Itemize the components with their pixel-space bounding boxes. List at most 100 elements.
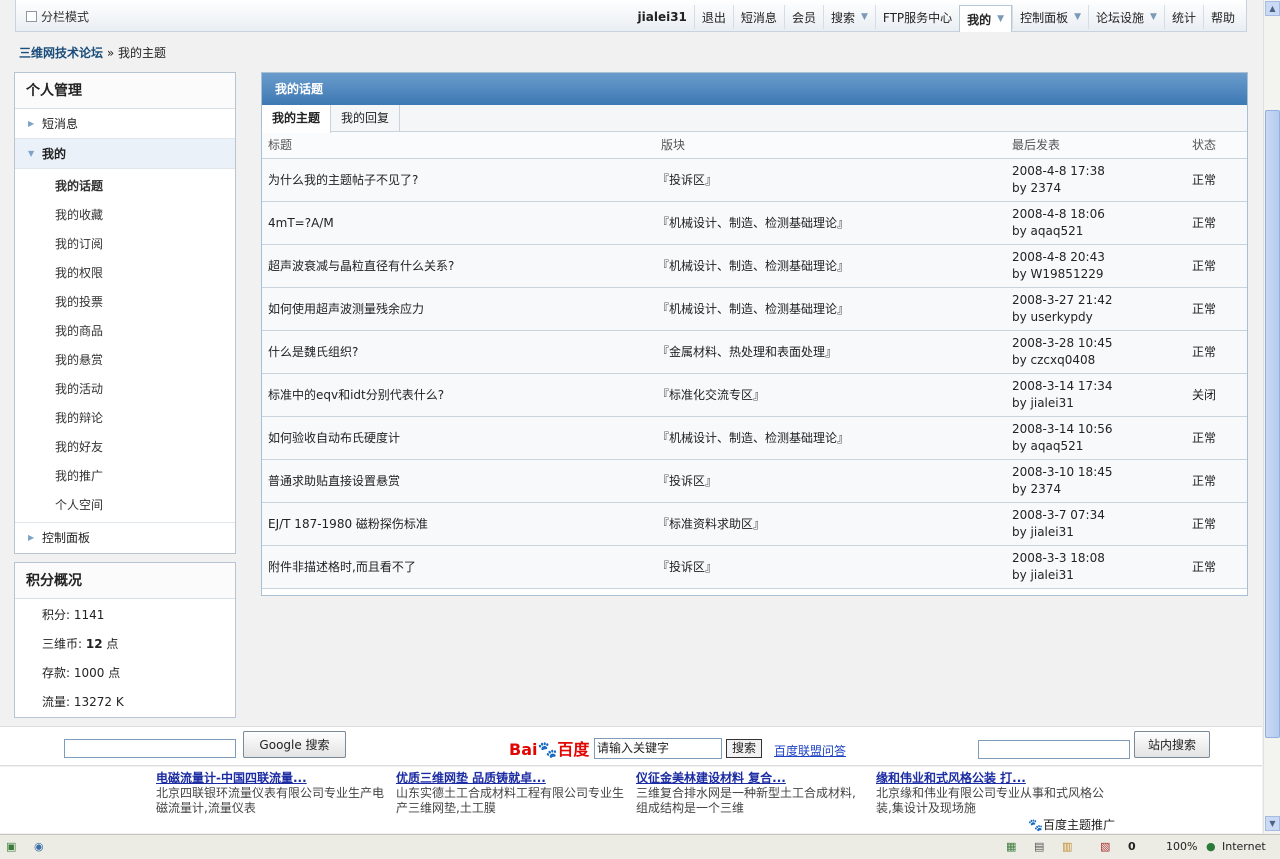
google-search-input[interactable]	[64, 739, 236, 758]
last-post-author[interactable]: by userkypdy	[1012, 309, 1186, 326]
vertical-scrollbar[interactable]: ▲ ▼	[1263, 0, 1280, 833]
topic-forum-link[interactable]: 『投诉区』	[655, 545, 1006, 589]
scrollbar-thumb[interactable]	[1265, 110, 1280, 738]
sidebar-subitem-goods[interactable]: 我的商品	[15, 317, 235, 346]
score-deposit-label: 存款:	[42, 666, 71, 680]
score-traffic-label: 流量:	[42, 695, 71, 709]
topics-table: 标题 版块 最后发表 状态 为什么我的主题帖子不见了? 『投诉区』 2008-4-8…	[262, 132, 1247, 589]
last-post-author[interactable]: by 2374	[1012, 180, 1186, 197]
sidebar-subitem-favorites[interactable]: 我的收藏	[15, 201, 235, 230]
last-post-author[interactable]: by W19851229	[1012, 266, 1186, 283]
tab-my-threads[interactable]: 我的主题	[262, 105, 332, 133]
chevron-down-icon: ▼	[28, 148, 35, 158]
google-search-button[interactable]: Google 搜索	[243, 731, 346, 758]
nav-mine[interactable]: 我的 ▼	[959, 5, 1013, 32]
zoom-level[interactable]: 100%	[1166, 840, 1197, 853]
site-search-input[interactable]	[978, 740, 1130, 759]
scroll-down-arrow-icon[interactable]: ▼	[1265, 816, 1280, 831]
topic-title-link[interactable]: 普通求助贴直接设置悬赏	[262, 459, 655, 503]
nav-search[interactable]: 搜索 ▼	[822, 5, 875, 29]
topic-forum-link[interactable]: 『机械设计、制造、检测基础理论』	[655, 244, 1006, 288]
sidebar-item-messages[interactable]: ▶ 短消息	[15, 109, 235, 139]
split-mode-checkbox[interactable]	[26, 11, 37, 22]
topic-title-link[interactable]: 4mT=?A/M	[262, 201, 655, 245]
ad-description: 北京四联银环流量仪表有限公司专业生产电磁流量计,流量仪表	[156, 786, 385, 815]
sidebar-subitem-debates[interactable]: 我的辩论	[15, 404, 235, 433]
nav-stats[interactable]: 统计	[1163, 5, 1203, 29]
topic-forum-link[interactable]: 『机械设计、制造、检测基础理论』	[655, 201, 1006, 245]
topic-forum-link[interactable]: 『投诉区』	[655, 459, 1006, 503]
sidebar-subitem-subscriptions[interactable]: 我的订阅	[15, 230, 235, 259]
sidebar-subitem-friends[interactable]: 我的好友	[15, 433, 235, 462]
topic-title-link[interactable]: 附件非描述格时,而且看不了	[262, 545, 655, 589]
nav-members[interactable]: 会员	[783, 5, 823, 29]
ad-title-link[interactable]: 优质三维网垫 品质铸就卓...	[396, 770, 626, 786]
sidebar-subitem-polls[interactable]: 我的投票	[15, 288, 235, 317]
nav-messages[interactable]: 短消息	[732, 5, 784, 29]
last-post-date[interactable]: 2008-3-7 07:34	[1012, 507, 1186, 524]
scroll-up-arrow-icon[interactable]: ▲	[1265, 1, 1280, 16]
topic-last-post: 2008-3-14 17:34 by jialei31	[1006, 373, 1186, 417]
last-post-date[interactable]: 2008-3-14 10:56	[1012, 421, 1186, 438]
ad-title-link[interactable]: 电磁流量计-中国四联流量...	[156, 770, 386, 786]
nav-ftp[interactable]: FTP服务中心	[874, 5, 959, 29]
topic-title-link[interactable]: 为什么我的主题帖子不见了?	[262, 158, 655, 202]
topic-forum-link[interactable]: 『标准化交流专区』	[655, 373, 1006, 417]
panel-title: 我的话题	[262, 73, 1247, 105]
last-post-date[interactable]: 2008-3-3 18:08	[1012, 550, 1186, 567]
sidebar-subitem-promotion[interactable]: 我的推广	[15, 462, 235, 491]
topic-forum-link[interactable]: 『金属材料、热处理和表面处理』	[655, 330, 1006, 374]
topic-title-link[interactable]: 如何使用超声波测量残余应力	[262, 287, 655, 331]
topic-title-link[interactable]: 标准中的eqv和idt分别代表什么?	[262, 373, 655, 417]
last-post-date[interactable]: 2008-4-8 17:38	[1012, 163, 1186, 180]
topic-last-post: 2008-3-3 18:08 by jialei31	[1006, 545, 1186, 589]
last-post-date[interactable]: 2008-3-10 18:45	[1012, 464, 1186, 481]
sidebar-subitem-permissions[interactable]: 我的权限	[15, 259, 235, 288]
nav-control-panel[interactable]: 控制面板 ▼	[1012, 5, 1088, 29]
nav-search-label: 搜索	[830, 10, 855, 25]
nav-username[interactable]: jialei31	[631, 5, 694, 29]
last-post-author[interactable]: by jialei31	[1012, 524, 1186, 541]
topic-title-link[interactable]: 什么是魏氏组织?	[262, 330, 655, 374]
sidebar-item-mine[interactable]: ▼ 我的	[15, 139, 235, 169]
score-points-value: 1141	[73, 608, 105, 622]
sidebar-item-control-panel[interactable]: ▶ 控制面板	[15, 522, 235, 552]
last-post-author[interactable]: by aqaq521	[1012, 438, 1186, 455]
topic-title-link[interactable]: 如何验收自动布氏硬度计	[262, 416, 655, 460]
sidebar-subitem-activities[interactable]: 我的活动	[15, 375, 235, 404]
last-post-author[interactable]: by aqaq521	[1012, 223, 1186, 240]
baidu-union-qa-link[interactable]: 百度联盟问答	[774, 742, 846, 759]
sidebar-subitem-topics[interactable]: 我的话题	[15, 172, 235, 201]
topic-title-link[interactable]: EJ/T 187-1980 磁粉探伤标准	[262, 502, 655, 546]
last-post-date[interactable]: 2008-4-8 20:43	[1012, 249, 1186, 266]
baidu-search-input[interactable]: 请输入关键字	[594, 738, 722, 759]
breadcrumb-home-link[interactable]: 三维网技术论坛	[19, 46, 103, 60]
split-mode-toggle[interactable]: 分栏模式	[26, 8, 89, 25]
nav-help[interactable]: 帮助	[1202, 5, 1242, 29]
topic-title-link[interactable]: 超声波衰减与晶粒直径有什么关系?	[262, 244, 655, 288]
sidebar-subitem-space[interactable]: 个人空间	[15, 491, 235, 520]
tab-my-replies[interactable]: 我的回复	[331, 105, 401, 132]
topic-forum-link[interactable]: 『机械设计、制造、检测基础理论』	[655, 416, 1006, 460]
last-post-date[interactable]: 2008-4-8 18:06	[1012, 206, 1186, 223]
sidebar-item-label: 我的	[42, 146, 67, 161]
last-post-date[interactable]: 2008-3-27 21:42	[1012, 292, 1186, 309]
last-post-author[interactable]: by jialei31	[1012, 567, 1186, 584]
site-search-button[interactable]: 站内搜索	[1134, 731, 1210, 758]
last-post-date[interactable]: 2008-3-14 17:34	[1012, 378, 1186, 395]
last-post-author[interactable]: by czcxq0408	[1012, 352, 1186, 369]
topic-forum-link[interactable]: 『标准资料求助区』	[655, 502, 1006, 546]
nav-logout[interactable]: 退出	[693, 5, 733, 29]
nav-logout-label: 退出	[701, 10, 726, 25]
ad-title-link[interactable]: 缘和伟业和式风格公装 打...	[876, 770, 1106, 786]
last-post-date[interactable]: 2008-3-28 10:45	[1012, 335, 1186, 352]
nav-facilities[interactable]: 论坛设施 ▼	[1088, 5, 1164, 29]
baidu-promo-link[interactable]: 🐾百度主题推广	[1028, 816, 1115, 833]
baidu-search-button[interactable]: 搜索	[726, 739, 762, 758]
topic-forum-link[interactable]: 『机械设计、制造、检测基础理论』	[655, 287, 1006, 331]
last-post-author[interactable]: by jialei31	[1012, 395, 1186, 412]
last-post-author[interactable]: by 2374	[1012, 481, 1186, 498]
ad-title-link[interactable]: 仪征金美林建设材料 复合...	[636, 770, 866, 786]
sidebar-subitem-rewards[interactable]: 我的悬赏	[15, 346, 235, 375]
topic-forum-link[interactable]: 『投诉区』	[655, 158, 1006, 202]
